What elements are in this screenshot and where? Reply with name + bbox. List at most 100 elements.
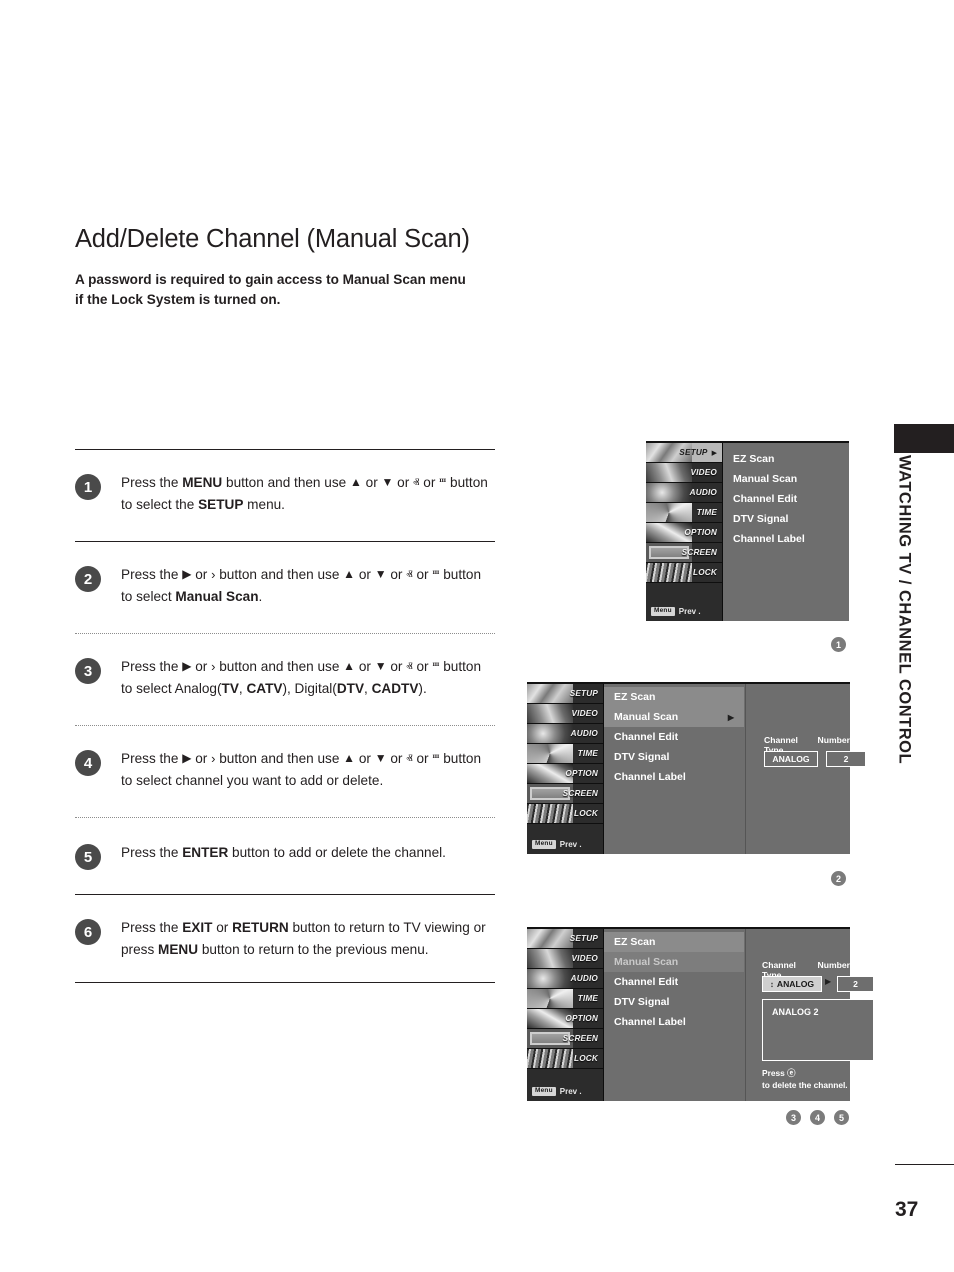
audio-thumb-icon	[527, 724, 573, 743]
chapter-label-text: WATCHING TV / CHANNEL CONTROL	[895, 455, 914, 765]
osd-menu-item-ez-scan[interactable]: EZ Scan	[723, 449, 849, 469]
osd-prev-control[interactable]: Menu Prev .	[532, 1087, 582, 1096]
osd-menu-item-manual-scan[interactable]: Manual Scan	[723, 469, 849, 489]
osd-menu-item-channel-edit[interactable]: Channel Edit	[723, 489, 849, 509]
osd-sidebar: SETUP VIDEO AUDIO TIME OPTION SCREEN LOC…	[527, 684, 604, 854]
osd-sidebar-item-setup[interactable]: SETUP	[527, 929, 603, 949]
osd-sidebar-item-lock[interactable]: LOCK	[646, 563, 722, 583]
page-number-rule	[895, 1164, 954, 1165]
channel-type-value[interactable]: ↕ ANALOG	[762, 976, 822, 992]
osd-sidebar-item-lock[interactable]: LOCK	[527, 1049, 603, 1069]
osd-sidebar-label: VIDEO	[571, 954, 598, 963]
osd-sidebar-item-option[interactable]: OPTION	[646, 523, 722, 543]
step-badge: 5	[75, 844, 101, 870]
osd-menu-item-manual-scan[interactable]: Manual Scan	[604, 952, 744, 972]
osd-sidebar-label: AUDIO	[570, 729, 598, 738]
osd-sidebar: SETUP ▶ VIDEO AUDIO TIME OPTION SCREEN L…	[646, 443, 723, 621]
spinner-icon: ↕	[769, 979, 774, 989]
menu-item-label: DTV Signal	[614, 996, 670, 1008]
up-triangle-icon: ▲	[349, 475, 362, 489]
osd-sidebar-item-option[interactable]: OPTION	[527, 1009, 603, 1029]
osd-sidebar-label: AUDIO	[689, 488, 717, 497]
osd-sidebar-item-audio[interactable]: AUDIO	[527, 724, 603, 744]
osd-menu-item-dtv-signal[interactable]: DTV Signal	[604, 747, 744, 767]
divider-bottom	[75, 982, 495, 983]
step-5: 5 Press the ENTER button to add or delet…	[75, 842, 495, 870]
shot-badge-1: 1	[831, 637, 846, 652]
osd-sidebar-item-time[interactable]: TIME	[646, 503, 722, 523]
osd-sidebar-item-screen[interactable]: SCREEN	[527, 784, 603, 804]
osd-screenshot-3: SETUP VIDEO AUDIO TIME OPTION SCREEN LOC…	[527, 927, 874, 1101]
menu-item-label: Manual Scan	[614, 711, 679, 723]
number-value[interactable]: 2	[837, 976, 874, 992]
osd-sidebar-label: VIDEO	[571, 709, 598, 718]
osd-sidebar-item-screen[interactable]: SCREEN	[527, 1029, 603, 1049]
osd-sidebar-item-screen[interactable]: SCREEN	[646, 543, 722, 563]
osd-menu-list: EZ Scan Manual Scan Channel Edit DTV Sig…	[723, 443, 849, 621]
menu-button-badge: Menu	[532, 840, 556, 849]
osd-sidebar-item-setup[interactable]: SETUP ▶	[646, 443, 722, 463]
delete-note-line1: Press ⓔ	[762, 1068, 796, 1078]
menu-item-label: Channel Label	[733, 533, 805, 545]
osd-sidebar-item-setup[interactable]: SETUP	[527, 684, 603, 704]
osd-sidebar-item-video[interactable]: VIDEO	[527, 704, 603, 724]
menu-item-label: DTV Signal	[614, 751, 670, 763]
osd-menu-item-manual-scan[interactable]: Manual Scan ▶	[604, 707, 744, 727]
menu-item-label: DTV Signal	[733, 513, 789, 525]
osd-sidebar-label: TIME	[577, 749, 598, 758]
number-value[interactable]: 2	[826, 751, 866, 767]
osd-sidebar-item-video[interactable]: VIDEO	[646, 463, 722, 483]
prev-label: Prev .	[678, 607, 701, 616]
step-badge: 1	[75, 474, 101, 500]
menu-item-label: Channel Label	[614, 771, 686, 783]
osd-menu-list: EZ Scan Manual Scan Channel Edit DTV Sig…	[604, 929, 744, 1101]
menu-item-label: EZ Scan	[733, 453, 775, 465]
osd-sidebar-label: SCREEN	[681, 548, 717, 557]
osd-sidebar-label: OPTION	[565, 1014, 598, 1023]
chevron-right-icon: ▶	[825, 977, 832, 986]
osd-sidebar-label: LOCK	[574, 809, 598, 818]
osd-menu-item-dtv-signal[interactable]: DTV Signal	[604, 992, 744, 1012]
osd-menu-item-ez-scan[interactable]: EZ Scan	[604, 687, 744, 707]
osd-menu-item-channel-edit[interactable]: Channel Edit	[604, 727, 744, 747]
lock-thumb-icon	[646, 563, 692, 582]
osd-menu-item-dtv-signal[interactable]: DTV Signal	[723, 509, 849, 529]
osd-menu-item-channel-label[interactable]: Channel Label	[723, 529, 849, 549]
menu-item-label: Manual Scan	[614, 956, 679, 968]
up-triangle-icon: ▲	[343, 751, 356, 765]
step-text: Press the ENTER button to add or delete …	[121, 845, 446, 860]
osd-menu-item-channel-edit[interactable]: Channel Edit	[604, 972, 744, 992]
delete-note: Press ⓔ to delete the channel.	[762, 1067, 848, 1091]
osd-sidebar-label: VIDEO	[690, 468, 717, 477]
chapter-label: WATCHING TV / CHANNEL CONTROL	[884, 455, 924, 785]
osd-menu-item-ez-scan[interactable]: EZ Scan	[604, 932, 744, 952]
osd-sidebar-item-time[interactable]: TIME	[527, 989, 603, 1009]
osd-menu-item-channel-label[interactable]: Channel Label	[604, 1012, 744, 1032]
osd-sidebar-label: LOCK	[574, 1054, 598, 1063]
menu-item-label: Channel Edit	[614, 731, 679, 743]
osd-screenshot-2: SETUP VIDEO AUDIO TIME OPTION SCREEN LOC…	[527, 682, 866, 854]
step-2: 2 Press the ▶ or › button and then use ▲…	[75, 564, 495, 607]
audio-thumb-icon	[646, 483, 692, 502]
setup-thumb-icon	[527, 929, 573, 948]
osd-sidebar-item-option[interactable]: OPTION	[527, 764, 603, 784]
step-badge: 2	[75, 566, 101, 592]
shot-badge-4: 4	[810, 1110, 825, 1125]
osd-sidebar-label: SCREEN	[562, 1034, 598, 1043]
osd-prev-control[interactable]: Menu Prev .	[532, 840, 582, 849]
osd-sidebar-item-video[interactable]: VIDEO	[527, 949, 603, 969]
osd-sidebar-item-audio[interactable]: AUDIO	[646, 483, 722, 503]
page-number: 37	[895, 1198, 919, 1221]
osd-menu-list: EZ Scan Manual Scan ▶ Channel Edit DTV S…	[604, 684, 744, 854]
osd-sidebar-item-lock[interactable]: LOCK	[527, 804, 603, 824]
osd-sidebar-item-time[interactable]: TIME	[527, 744, 603, 764]
step-text: Press the EXIT or RETURN button to retur…	[121, 920, 486, 957]
steps-list: 1 Press the MENU button and then use ▲ o…	[75, 449, 495, 983]
osd-sidebar-item-audio[interactable]: AUDIO	[527, 969, 603, 989]
menu-item-label: Channel Edit	[614, 976, 679, 988]
lock-thumb-icon	[527, 1049, 573, 1068]
channel-type-value[interactable]: ANALOG	[764, 751, 818, 767]
osd-prev-control[interactable]: Menu Prev .	[651, 607, 701, 616]
prev-label: Prev .	[559, 1087, 582, 1096]
osd-menu-item-channel-label[interactable]: Channel Label	[604, 767, 744, 787]
